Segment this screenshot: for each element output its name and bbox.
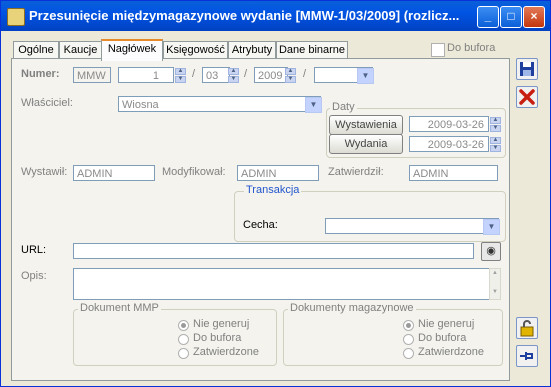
dokument-mmp-title: Dokument MMP	[78, 302, 161, 314]
wystawil-field: ADMIN	[73, 165, 155, 181]
wystawienia-button[interactable]: Wystawienia	[329, 115, 403, 135]
do-bufora-checkbox[interactable]	[431, 43, 445, 57]
lock-button[interactable]	[516, 317, 538, 339]
mag-radio-nie-generuj[interactable]	[403, 320, 414, 331]
minimize-button[interactable]: _	[477, 6, 499, 28]
cecha-label: Cecha:	[243, 219, 278, 231]
wystawienia-date-field[interactable]: 2009-03-26	[409, 116, 489, 132]
tab-ogolne[interactable]: Ogólne	[13, 41, 59, 59]
chevron-down-icon[interactable]: ▼	[483, 219, 500, 235]
tab-naglowek[interactable]: Nagłówek	[101, 39, 163, 61]
wydania-date-field[interactable]: 2009-03-26	[409, 136, 489, 152]
url-input[interactable]	[73, 243, 474, 259]
close-window-button[interactable]: ×	[523, 6, 545, 28]
wlasciciel-select[interactable]: Wiosna	[118, 96, 321, 112]
chevron-down-icon[interactable]: ▼	[305, 97, 322, 113]
numer-label: Numer:	[21, 68, 60, 80]
modyfikowal-label: Modyfikował:	[162, 166, 226, 178]
mag-label-do-bufora: Do bufora	[418, 332, 467, 344]
daty-title: Daty	[330, 101, 357, 113]
save-icon	[520, 62, 534, 76]
transakcja-group	[234, 191, 506, 242]
do-bufora-label: Do bufora	[447, 42, 496, 54]
numer-year-field[interactable]: 2009	[254, 67, 288, 83]
tab-panel: Numer: MMW 1 ▲ ▼ / 03 ▲ ▼ / 2009 ▲ ▼ / ▼ Wł…	[11, 58, 510, 381]
mag-radio-do-bufora[interactable]	[403, 334, 414, 345]
numer-prefix-field[interactable]: MMW	[73, 67, 111, 83]
mmp-label-do-bufora: Do bufora	[193, 332, 242, 344]
numer-year-spinner[interactable]: ▲ ▼	[285, 67, 296, 83]
window-title: Przesunięcie międzymagazynowe wydanie [M…	[29, 8, 460, 23]
mmp-label-zatwierdzone: Zatwierdzone	[193, 346, 260, 358]
app-icon	[7, 8, 25, 26]
opis-textarea[interactable]	[73, 268, 490, 300]
tab-dane-binarne[interactable]: Dane binarne	[276, 41, 348, 59]
tab-ksiegowosc[interactable]: Księgowość	[163, 41, 228, 59]
dokumenty-magazynowe-title: Dokumenty magazynowe	[288, 302, 416, 314]
globe-search-icon[interactable]: ◉	[481, 242, 501, 261]
window: Przesunięcie międzymagazynowe wydanie [M…	[0, 0, 551, 387]
close-icon	[519, 89, 535, 105]
tab-kaucje[interactable]: Kaucje	[59, 41, 102, 59]
cancel-button[interactable]	[516, 86, 538, 108]
title-bar[interactable]: Przesunięcie międzymagazynowe wydanie [M…	[1, 1, 550, 31]
save-button[interactable]	[516, 58, 538, 80]
numer-month-spinner[interactable]: ▲ ▼	[228, 67, 239, 83]
mmp-radio-zatwierdzone[interactable]	[178, 348, 189, 359]
numer-num-spinner[interactable]: ▲ ▼	[175, 67, 186, 83]
numer-sep-1: /	[192, 68, 196, 80]
numer-num-field[interactable]: 1	[118, 67, 174, 83]
lock-icon	[520, 320, 534, 337]
wystawil-label: Wystawił:	[21, 166, 68, 178]
mmp-label-nie-generuj: Nie generuj	[193, 318, 250, 330]
opis-scrollbar[interactable]: ▲ ▼	[489, 268, 501, 300]
modyfikowal-field: ADMIN	[237, 165, 319, 181]
chevron-down-icon[interactable]: ▼	[357, 68, 374, 84]
opis-label: Opis:	[21, 270, 47, 282]
mag-radio-zatwierdzone[interactable]	[403, 348, 414, 359]
pin-button[interactable]	[516, 345, 538, 367]
numer-month-field[interactable]: 03	[202, 67, 230, 83]
wystawienia-spinner[interactable]: ▲ ▼	[490, 116, 501, 132]
mmp-radio-nie-generuj[interactable]	[178, 320, 189, 331]
cecha-select[interactable]	[325, 218, 499, 234]
maximize-button[interactable]: □	[500, 6, 522, 28]
url-label: URL:	[21, 244, 47, 256]
pin-icon	[520, 352, 533, 360]
numer-sep-3: /	[303, 68, 307, 80]
wydania-spinner[interactable]: ▲ ▼	[490, 136, 501, 152]
wlasciciel-label: Właściciel:	[21, 97, 73, 109]
zatwierdzil-field: ADMIN	[409, 165, 498, 181]
wydania-button[interactable]: Wydania	[329, 134, 403, 154]
mag-label-zatwierdzone: Zatwierdzone	[418, 346, 485, 358]
tab-atrybuty[interactable]: Atrybuty	[228, 41, 276, 59]
zatwierdzil-label: Zatwierdził:	[328, 166, 384, 178]
numer-sep-2: /	[244, 68, 248, 80]
mmp-radio-do-bufora[interactable]	[178, 334, 189, 345]
transakcja-title: Transakcja	[244, 184, 302, 196]
mag-label-nie-generuj: Nie generuj	[418, 318, 475, 330]
